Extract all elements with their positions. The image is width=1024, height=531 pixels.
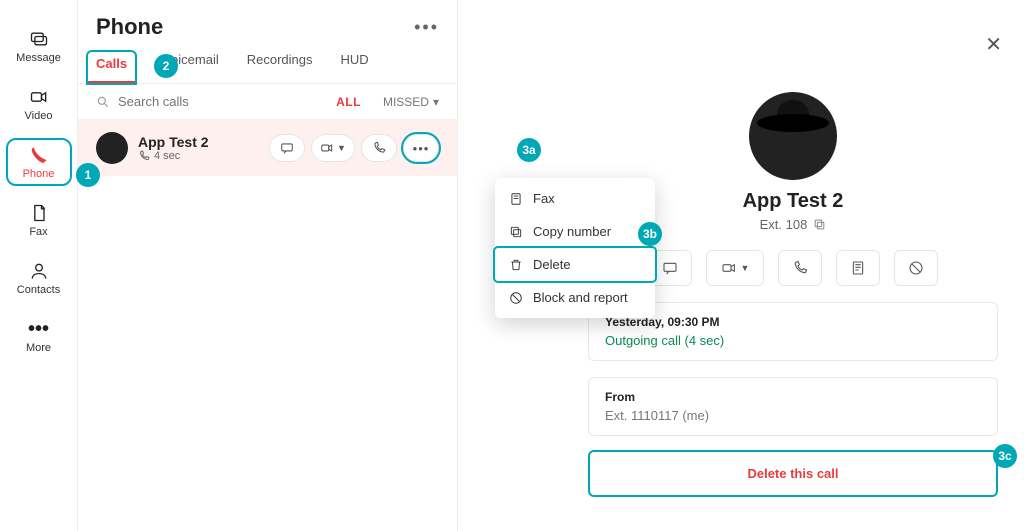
from-value: Ext. 1110117 (me)	[605, 408, 981, 423]
menu-copy-number[interactable]: Copy number	[495, 215, 655, 248]
nav-phone[interactable]: Phone	[8, 140, 70, 184]
tabs: Calls Voicemail Recordings HUD	[78, 40, 457, 84]
menu-block[interactable]: Block and report	[495, 281, 655, 314]
nav-message[interactable]: Message	[8, 24, 70, 68]
annotation-badge-3a: 3a	[517, 138, 541, 162]
row-more-action[interactable]: •••	[403, 134, 439, 162]
chevron-down-icon: ▼	[741, 263, 750, 273]
nav-label: Message	[16, 52, 61, 64]
message-icon	[280, 141, 294, 155]
search-row: ALL MISSED ▾	[78, 84, 457, 120]
call-row[interactable]: App Test 2 4 sec ▼ •••	[78, 120, 457, 176]
chevron-down-icon: ▼	[337, 143, 346, 153]
delete-call-button[interactable]: Delete this call	[588, 450, 998, 497]
from-card: From Ext. 1110117 (me)	[588, 377, 998, 436]
filter-missed-label: MISSED	[383, 95, 429, 109]
menu-fax[interactable]: Fax	[495, 182, 655, 215]
filter-all[interactable]: ALL	[336, 95, 361, 109]
call-row-name: App Test 2	[138, 134, 269, 150]
video-icon	[29, 86, 49, 108]
annotation-badge-2: 2	[154, 54, 178, 78]
detail-note-action[interactable]	[836, 250, 880, 286]
call-time: Yesterday, 09:30 PM	[605, 315, 981, 329]
menu-label: Copy number	[533, 224, 611, 239]
fax-icon	[29, 202, 49, 224]
handset-icon	[138, 150, 150, 162]
more-icon: •••	[28, 318, 49, 340]
annotation-badge-3c: 3c	[993, 444, 1017, 468]
search-input[interactable]	[118, 94, 328, 109]
header-more-icon[interactable]: •••	[414, 17, 439, 38]
nav-label: More	[26, 342, 51, 354]
text-action[interactable]	[269, 134, 305, 162]
row-actions: ▼ •••	[269, 134, 439, 162]
nav-label: Video	[25, 110, 53, 122]
tab-calls[interactable]: Calls	[88, 52, 135, 83]
phone-panel: Phone ••• Calls Voicemail Recordings HUD…	[78, 0, 458, 531]
menu-label: Block and report	[533, 290, 628, 305]
video-icon	[721, 260, 737, 276]
note-icon	[850, 260, 866, 276]
search-icon	[96, 95, 110, 109]
left-nav: Message Video Phone Fax Contacts ••• Mor…	[0, 0, 78, 531]
trash-icon	[509, 258, 523, 272]
annotation-badge-1: 1	[76, 163, 100, 187]
nav-label: Phone	[23, 168, 55, 180]
close-icon[interactable]: ✕	[985, 32, 1002, 57]
message-icon	[662, 260, 678, 276]
nav-label: Fax	[29, 226, 47, 238]
filter-missed[interactable]: MISSED ▾	[383, 95, 439, 109]
detail-video-action[interactable]: ▼	[706, 250, 764, 286]
more-icon: •••	[413, 141, 430, 156]
message-icon	[29, 28, 49, 50]
tab-hud[interactable]: HUD	[340, 52, 368, 83]
nav-fax[interactable]: Fax	[8, 198, 70, 242]
phone-icon	[29, 144, 49, 166]
avatar	[96, 132, 128, 164]
contact-avatar	[749, 92, 837, 180]
delete-call-label: Delete this call	[747, 466, 838, 481]
annotation-badge-3b: 3b	[638, 222, 662, 246]
nav-more[interactable]: ••• More	[8, 314, 70, 358]
video-action[interactable]: ▼	[311, 134, 355, 162]
nav-video[interactable]: Video	[8, 82, 70, 126]
phone-icon	[792, 260, 808, 276]
copy-icon	[509, 225, 523, 239]
video-icon	[320, 141, 334, 155]
context-menu: Fax Copy number Delete Block and report	[495, 178, 655, 318]
fax-icon	[509, 192, 523, 206]
menu-label: Delete	[533, 257, 571, 272]
nav-label: Contacts	[17, 284, 60, 296]
block-icon	[908, 260, 924, 276]
nav-contacts[interactable]: Contacts	[8, 256, 70, 300]
page-title: Phone	[96, 14, 163, 40]
chevron-down-icon: ▾	[433, 95, 439, 109]
tab-recordings[interactable]: Recordings	[247, 52, 313, 83]
contact-ext: Ext. 108	[760, 217, 808, 232]
block-icon	[509, 291, 523, 305]
contacts-icon	[29, 260, 49, 282]
detail-call-action[interactable]	[778, 250, 822, 286]
menu-label: Fax	[533, 191, 555, 206]
phone-icon	[372, 141, 386, 155]
call-row-duration: 4 sec	[154, 150, 180, 162]
detail-block-action[interactable]	[894, 250, 938, 286]
from-label: From	[605, 390, 981, 404]
menu-delete[interactable]: Delete	[495, 248, 655, 281]
call-action[interactable]	[361, 134, 397, 162]
call-status: Outgoing call (4 sec)	[605, 333, 981, 348]
copy-icon[interactable]	[813, 218, 826, 231]
